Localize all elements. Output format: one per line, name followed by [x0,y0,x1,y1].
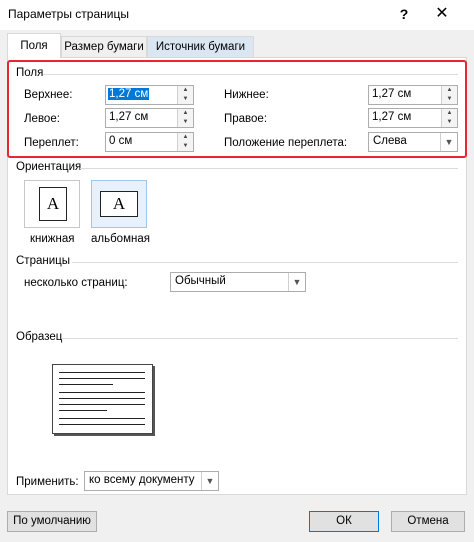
preview-line [59,410,107,411]
preview-line [59,424,145,425]
left-margin-spinner[interactable]: 1,27 см ▲ ▼ [105,108,194,128]
left-margin-value[interactable]: 1,27 см [109,111,148,123]
top-margin-value[interactable]: 1,27 см [108,88,150,100]
apply-to-value[interactable]: ко всему документу [89,474,195,486]
tab-margins[interactable]: Поля [7,33,61,58]
preview-line [59,404,145,405]
right-margin-label: Правое: [224,113,268,125]
right-margin-value[interactable]: 1,27 см [372,111,411,123]
apply-to-select[interactable]: ко всему документу ▼ [84,471,219,491]
portrait-option[interactable]: A [24,180,80,228]
spinner-arrows[interactable]: ▲ ▼ [441,86,457,104]
ok-button[interactable]: ОК [309,511,379,532]
preview-group-title: Образец [16,331,63,343]
chevron-down-icon[interactable]: ▼ [440,133,457,151]
chevron-down-icon[interactable]: ▼ [201,472,218,490]
separator [72,262,458,263]
arrow-up-icon[interactable]: ▲ [442,109,457,118]
preview-line [59,392,145,393]
gutter-spinner[interactable]: 0 см ▲ ▼ [105,132,194,152]
spinner-arrows[interactable]: ▲ ▼ [177,86,193,104]
arrow-up-icon[interactable]: ▲ [178,133,193,142]
preview-line [59,372,145,373]
gutter-position-select[interactable]: Слева ▼ [368,132,458,152]
landscape-label[interactable]: альбомная [91,233,150,245]
help-button[interactable]: ? [392,3,416,25]
chevron-down-icon[interactable]: ▼ [288,273,305,291]
bottom-margin-value[interactable]: 1,27 см [372,88,411,100]
bottom-margin-spinner[interactable]: 1,27 см ▲ ▼ [368,85,458,105]
orientation-group-title: Ориентация [16,161,82,173]
preview-line [59,398,145,399]
left-margin-label: Левое: [24,113,60,125]
spinner-arrows[interactable]: ▲ ▼ [177,109,193,127]
set-default-button[interactable]: По умолчанию [7,511,97,532]
cancel-button[interactable]: Отмена [391,511,465,532]
arrow-up-icon[interactable]: ▲ [178,86,193,95]
arrow-down-icon[interactable]: ▼ [178,118,193,127]
right-margin-spinner[interactable]: 1,27 см ▲ ▼ [368,108,458,128]
spinner-arrows[interactable]: ▲ ▼ [441,109,457,127]
arrow-up-icon[interactable]: ▲ [442,86,457,95]
preview-page [52,364,153,434]
gutter-position-value[interactable]: Слева [373,135,407,147]
gutter-value[interactable]: 0 см [109,135,132,147]
apply-label: Применить: [16,476,79,488]
top-margin-spinner[interactable]: 1,27 см ▲ ▼ [105,85,194,105]
pages-group-title: Страницы [16,255,70,267]
arrow-down-icon[interactable]: ▼ [178,142,193,151]
multiple-pages-value[interactable]: Обычный [175,275,226,287]
portrait-page-icon: A [39,187,67,221]
preview-line [59,378,145,379]
window-title: Параметры страницы [8,7,129,21]
arrow-up-icon[interactable]: ▲ [178,109,193,118]
multiple-pages-select[interactable]: Обычный ▼ [170,272,306,292]
arrow-down-icon[interactable]: ▼ [442,118,457,127]
tab-paper-size[interactable]: Размер бумаги [61,36,147,57]
close-button[interactable]: ✕ [430,3,454,25]
landscape-page-icon: A [100,191,138,217]
separator [80,168,458,169]
gutter-label: Переплет: [24,137,79,149]
tab-paper-source[interactable]: Источник бумаги [147,36,254,57]
portrait-label[interactable]: книжная [30,233,74,245]
separator [43,74,458,75]
arrow-down-icon[interactable]: ▼ [442,95,457,104]
multiple-pages-label: несколько страниц: [24,277,128,289]
bottom-margin-label: Нижнее: [224,89,269,101]
landscape-option[interactable]: A [91,180,147,228]
top-margin-label: Верхнее: [24,89,73,101]
separator [62,338,458,339]
margins-group-title: Поля [16,67,44,79]
preview-line [59,384,113,385]
preview-line [59,418,145,419]
arrow-down-icon[interactable]: ▼ [178,95,193,104]
gutter-position-label: Положение переплета: [224,137,348,149]
spinner-arrows[interactable]: ▲ ▼ [177,133,193,151]
